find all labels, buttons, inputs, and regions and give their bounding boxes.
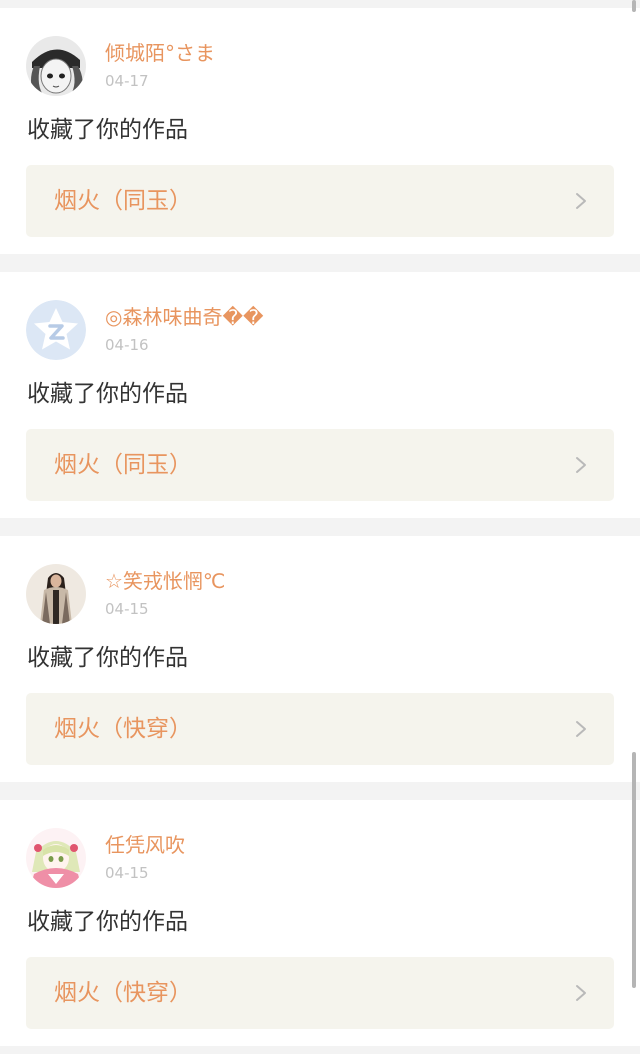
- action-text: 收藏了你的作品: [27, 117, 188, 143]
- work-link[interactable]: 烟火（快穿）: [26, 957, 614, 1029]
- avatar-photo-woman-icon[interactable]: [26, 564, 86, 624]
- scrollbar-thumb[interactable]: [632, 752, 636, 988]
- action-text: 收藏了你的作品: [27, 909, 188, 935]
- notification-feed: 倾城陌°さま 04-17 收藏了你的作品 烟火（同玉） ◎森林味曲奇�� 04-…: [0, 0, 640, 1054]
- timestamp: 04-15: [105, 600, 149, 618]
- timestamp: 04-15: [105, 864, 149, 882]
- username[interactable]: 任凭风吹: [105, 832, 185, 858]
- notification-card: 任凭风吹 04-15 收藏了你的作品 烟火（快穿）: [0, 800, 640, 1046]
- work-title: 烟火（同玉）: [54, 188, 192, 214]
- work-title: 烟火（快穿）: [54, 980, 192, 1006]
- chevron-right-icon: [576, 457, 586, 473]
- timestamp: 04-16: [105, 336, 149, 354]
- work-title: 烟火（快穿）: [54, 716, 192, 742]
- avatar-anime-pink-girl-icon[interactable]: [26, 828, 86, 888]
- username[interactable]: ☆笑戎怅惘℃: [105, 568, 225, 594]
- timestamp: 04-17: [105, 72, 149, 90]
- notification-card: 倾城陌°さま 04-17 收藏了你的作品 烟火（同玉）: [0, 8, 640, 254]
- work-title: 烟火（同玉）: [54, 452, 192, 478]
- scrollbar-segment: [632, 0, 636, 12]
- avatar-anime-girl-cap-icon[interactable]: [26, 36, 86, 96]
- avatar-default-star-icon[interactable]: [26, 300, 86, 360]
- notification-card: ◎森林味曲奇�� 04-16 收藏了你的作品 烟火（同玉）: [0, 272, 640, 518]
- username[interactable]: 倾城陌°さま: [105, 40, 215, 66]
- chevron-right-icon: [576, 193, 586, 209]
- action-text: 收藏了你的作品: [27, 381, 188, 407]
- work-link[interactable]: 烟火（同玉）: [26, 429, 614, 501]
- work-link[interactable]: 烟火（同玉）: [26, 165, 614, 237]
- work-link[interactable]: 烟火（快穿）: [26, 693, 614, 765]
- action-text: 收藏了你的作品: [27, 645, 188, 671]
- username[interactable]: ◎森林味曲奇��: [105, 304, 263, 330]
- chevron-right-icon: [576, 985, 586, 1001]
- chevron-right-icon: [576, 721, 586, 737]
- notification-card: ☆笑戎怅惘℃ 04-15 收藏了你的作品 烟火（快穿）: [0, 536, 640, 782]
